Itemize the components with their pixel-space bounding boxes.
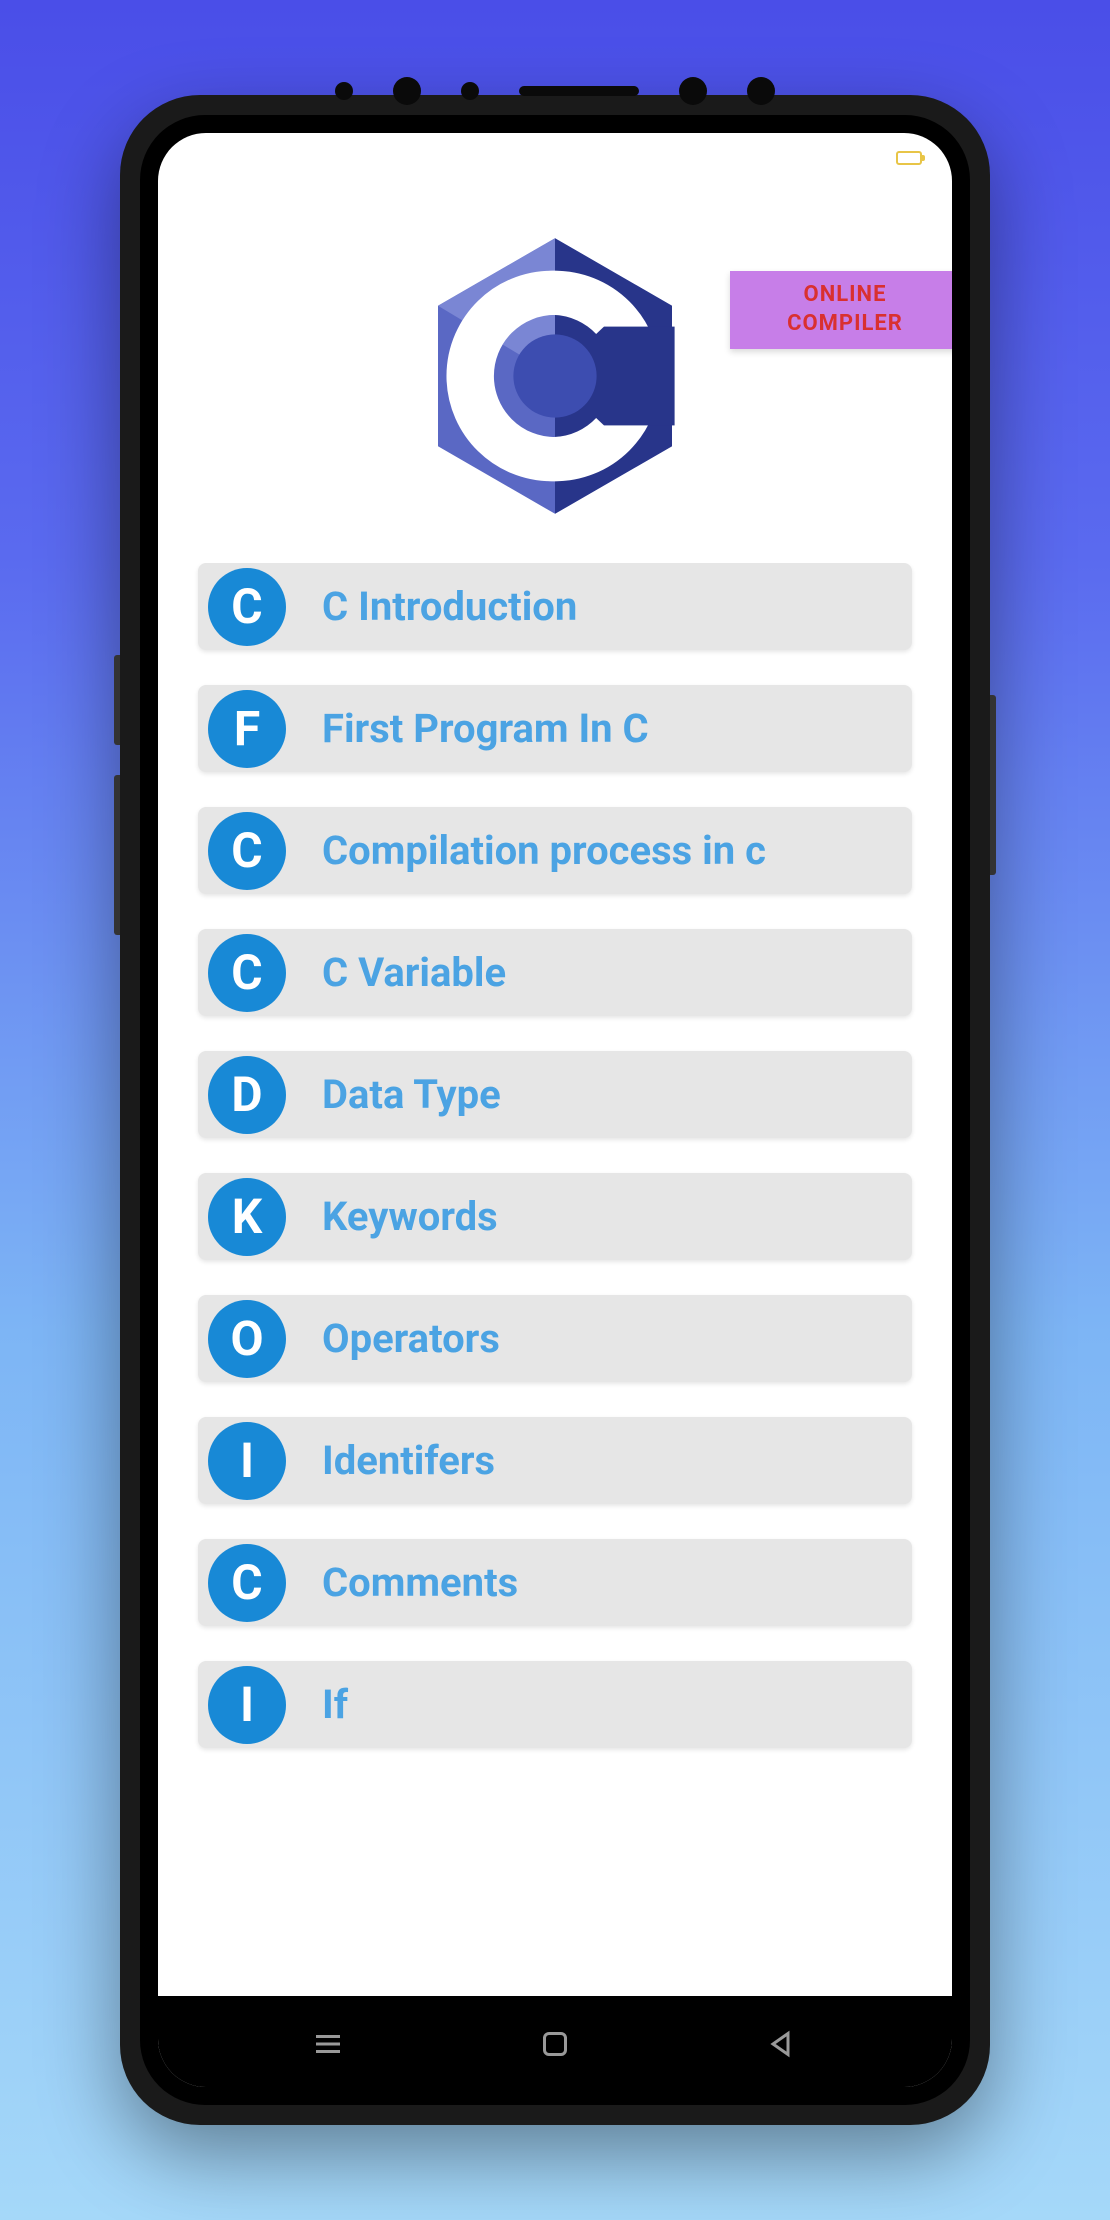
topic-label: C Variable [322,949,506,996]
power-button [990,695,996,875]
topic-badge: K [208,1178,286,1256]
compiler-button-line1: ONLINE [787,281,903,310]
topic-badge: C [208,1544,286,1622]
camera-dot [393,77,421,105]
topic-item[interactable]: I If [198,1661,912,1748]
topic-item[interactable]: O Operators [198,1295,912,1382]
topic-label: If [322,1681,348,1728]
topic-badge: D [208,1056,286,1134]
topic-item[interactable]: I Identifers [198,1417,912,1504]
phone-bezel: ONLINE COMPILER C C Introduction F First Pr… [140,115,970,2105]
online-compiler-button[interactable]: ONLINE COMPILER [730,271,952,349]
speaker-slot [519,86,639,96]
recents-icon[interactable] [308,2024,348,2064]
topic-badge: C [208,812,286,890]
sensor-bar [140,67,970,115]
sensor-dot [461,82,479,100]
topic-label: Identifers [322,1437,495,1484]
volume-button [114,775,120,935]
camera-dot [679,77,707,105]
topic-label: Operators [322,1315,500,1362]
phone-frame: ONLINE COMPILER C C Introduction F First Pr… [120,95,990,2125]
camera-dot [747,77,775,105]
topic-label: Data Type [322,1071,501,1118]
topic-item[interactable]: C C Introduction [198,563,912,650]
topic-item[interactable]: D Data Type [198,1051,912,1138]
header: ONLINE COMPILER [158,183,952,563]
topic-item[interactable]: F First Program In C [198,685,912,772]
topic-label: Comments [322,1559,518,1606]
c-logo-icon [425,233,685,513]
topic-label: C Introduction [322,583,577,630]
back-icon[interactable] [762,2024,802,2064]
topic-label: First Program In C [322,705,649,752]
topic-label: Keywords [322,1193,498,1240]
sensor-dot [335,82,353,100]
topic-item[interactable]: C Compilation process in c [198,807,912,894]
topic-badge: C [208,568,286,646]
topic-item[interactable]: C C Variable [198,929,912,1016]
topic-item[interactable]: K Keywords [198,1173,912,1260]
compiler-button-line2: COMPILER [787,310,903,339]
topic-badge: C [208,934,286,1012]
topic-badge: O [208,1300,286,1378]
home-icon[interactable] [535,2024,575,2064]
topic-badge: F [208,690,286,768]
status-bar [158,133,952,183]
topic-list[interactable]: C C Introduction F First Program In C C Compi… [158,563,952,1996]
android-nav-bar [158,1996,952,2087]
volume-button [114,655,120,745]
topic-item[interactable]: C Comments [198,1539,912,1626]
screen: ONLINE COMPILER C C Introduction F First Pr… [158,133,952,2087]
battery-icon [896,151,922,165]
topic-label: Compilation process in c [322,827,766,874]
topic-badge: I [208,1666,286,1744]
topic-badge: I [208,1422,286,1500]
